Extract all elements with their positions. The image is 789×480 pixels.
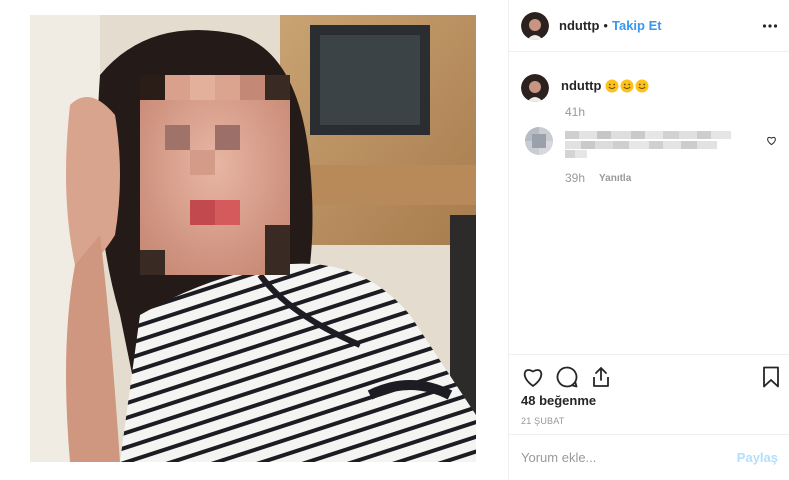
share-icon[interactable] <box>589 365 613 389</box>
caption-username[interactable]: nduttp <box>561 78 601 93</box>
heart-icon[interactable] <box>521 365 545 389</box>
comment-item: 39h Yanıtla <box>521 127 781 187</box>
photo-pane <box>0 0 508 480</box>
smiling-face-emoji-icon <box>605 79 619 92</box>
caption-avatar[interactable] <box>521 74 549 102</box>
comment-meta: 39h Yanıtla <box>565 171 631 185</box>
comment-timestamp: 39h <box>565 171 586 185</box>
post-actions: 48 beğenme 21 ŞUBAT <box>509 354 789 434</box>
blurred-comment-text <box>565 129 741 159</box>
separator-dot: • <box>603 18 608 33</box>
username-link[interactable]: nduttp <box>559 18 599 33</box>
bookmark-icon[interactable] <box>759 365 783 389</box>
post-date: 21 ŞUBAT <box>521 416 565 426</box>
post-sidebar: nduttp • Takip Et nduttp 41h 39h Yanıtla… <box>508 0 789 480</box>
comment-bubble-icon[interactable] <box>555 365 579 389</box>
add-comment-section: Paylaş <box>509 434 789 480</box>
caption-timestamp: 41h <box>565 105 586 119</box>
post-photo[interactable] <box>30 15 476 462</box>
likes-count[interactable]: 48 beğenme <box>521 393 596 408</box>
reply-button[interactable]: Yanıtla <box>599 173 631 184</box>
post-comment-button[interactable]: Paylaş <box>737 450 778 465</box>
comment-like-heart-icon[interactable] <box>766 135 777 146</box>
smiling-face-emoji-icon <box>620 79 634 92</box>
more-horizontal-icon[interactable] <box>762 18 778 34</box>
follow-button[interactable]: Takip Et <box>612 18 662 33</box>
caption: nduttp <box>521 74 650 102</box>
smiling-face-emoji-icon <box>635 79 649 92</box>
caption-text: nduttp <box>561 78 650 93</box>
caption-body: nduttp <box>561 78 650 102</box>
post-header: nduttp • Takip Et <box>509 0 789 52</box>
photo-image <box>30 15 476 462</box>
blurred-avatar[interactable] <box>525 127 553 155</box>
comment-input[interactable] <box>521 447 721 467</box>
avatar[interactable] <box>521 11 549 40</box>
